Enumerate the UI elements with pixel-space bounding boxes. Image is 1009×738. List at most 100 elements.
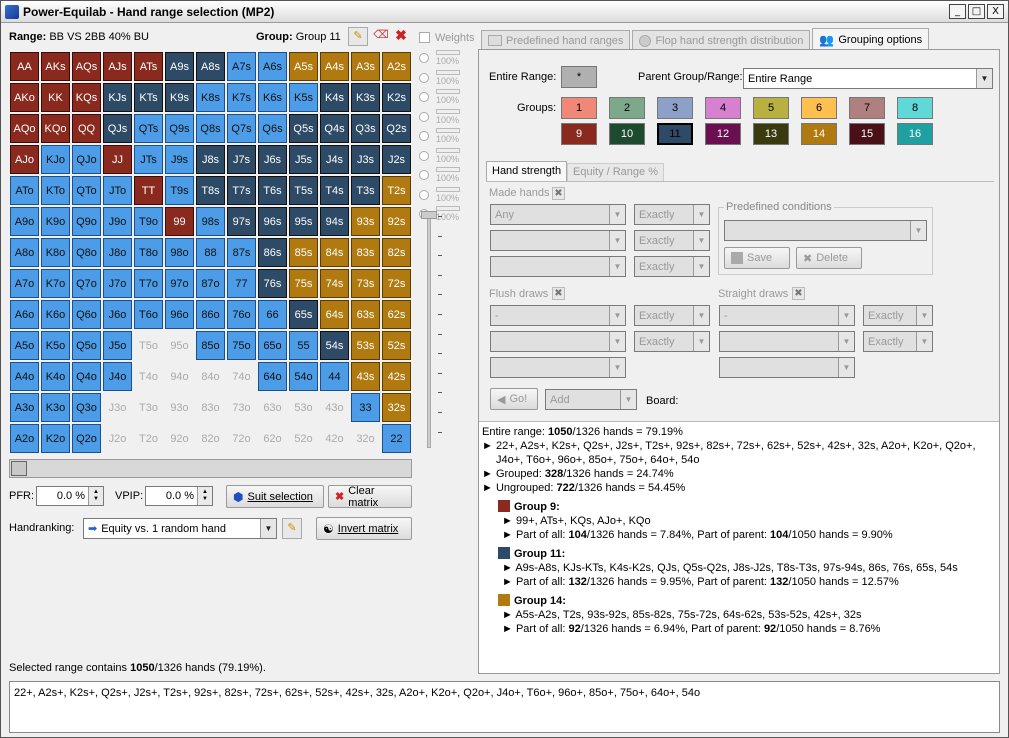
hand-cell-32o[interactable]: 32o xyxy=(351,424,380,453)
hand-cell-99[interactable]: 99 xyxy=(165,207,194,236)
straight-draws-select-2[interactable]: ▼ xyxy=(719,331,855,352)
hand-cell-J4o[interactable]: J4o xyxy=(103,362,132,391)
tab-predefined-hand-ranges[interactable]: Predefined hand ranges xyxy=(481,30,631,50)
group-button-2[interactable]: 2 xyxy=(609,97,645,119)
hand-cell-AQo[interactable]: AQo xyxy=(10,114,39,143)
hand-cell-55[interactable]: 55 xyxy=(289,331,318,360)
group-button-12[interactable]: 12 xyxy=(705,123,741,145)
made-hands-clear-icon[interactable]: ✖ xyxy=(552,187,565,200)
hand-cell-72s[interactable]: 72s xyxy=(382,269,411,298)
hand-cell-82o[interactable]: 82o xyxy=(196,424,225,453)
hand-cell-A8o[interactable]: A8o xyxy=(10,238,39,267)
hand-cell-33[interactable]: 33 xyxy=(351,393,380,422)
hand-cell-J4s[interactable]: J4s xyxy=(320,145,349,174)
chevron-down-icon[interactable]: ▼ xyxy=(609,306,625,325)
save-button[interactable]: Save xyxy=(724,247,790,269)
chevron-down-icon[interactable]: ▼ xyxy=(693,205,709,224)
hand-cell-65s[interactable]: 65s xyxy=(289,300,318,329)
weight-radio[interactable] xyxy=(419,111,429,122)
suit-selection-button[interactable]: ⬢ Suit selection xyxy=(226,485,324,508)
hand-cell-J7s[interactable]: J7s xyxy=(227,145,256,174)
hand-cell-53s[interactable]: 53s xyxy=(351,331,380,360)
hand-cell-T4o[interactable]: T4o xyxy=(134,362,163,391)
hand-cell-J3o[interactable]: J3o xyxy=(103,393,132,422)
hand-cell-A6s[interactable]: A6s xyxy=(258,52,287,81)
hand-cell-A4s[interactable]: A4s xyxy=(320,52,349,81)
hand-cell-J9o[interactable]: J9o xyxy=(103,207,132,236)
hand-cell-75s[interactable]: 75s xyxy=(289,269,318,298)
group-button-16[interactable]: 16 xyxy=(897,123,933,145)
flush-draws-exactly-1[interactable]: Exactly ▼ xyxy=(634,305,710,326)
vpip-down-icon[interactable]: ▼ xyxy=(202,496,208,503)
hand-cell-53o[interactable]: 53o xyxy=(289,393,318,422)
hand-cell-94s[interactable]: 94s xyxy=(320,207,349,236)
hand-cell-A2s[interactable]: A2s xyxy=(382,52,411,81)
hand-cell-KQs[interactable]: KQs xyxy=(72,83,101,112)
hand-cell-K8s[interactable]: K8s xyxy=(196,83,225,112)
hand-cell-Q3o[interactable]: Q3o xyxy=(72,393,101,422)
tab-grouping-options[interactable]: 👥 Grouping options xyxy=(812,28,930,50)
weights-checkbox[interactable] xyxy=(419,32,430,43)
chevron-down-icon[interactable]: ▼ xyxy=(609,205,625,224)
group-button-4[interactable]: 4 xyxy=(705,97,741,119)
weight-row[interactable]: 100% xyxy=(419,89,477,105)
hand-cell-T7s[interactable]: T7s xyxy=(227,176,256,205)
group-button-8[interactable]: 8 xyxy=(897,97,933,119)
hand-cell-JTs[interactable]: JTs xyxy=(134,145,163,174)
flush-draws-select-1[interactable]: - ▼ xyxy=(490,305,626,326)
hand-cell-A5s[interactable]: A5s xyxy=(289,52,318,81)
hand-cell-ATs[interactable]: ATs xyxy=(134,52,163,81)
delete-button[interactable]: ✖ Delete xyxy=(796,247,862,269)
group-button-11[interactable]: 11 xyxy=(657,123,693,145)
hand-cell-Q4o[interactable]: Q4o xyxy=(72,362,101,391)
clear-matrix-button[interactable]: ✖ Clear matrix xyxy=(328,485,412,509)
hand-cell-J3s[interactable]: J3s xyxy=(351,145,380,174)
pfr-stepper[interactable]: 0.0 % ▲ ▼ xyxy=(36,486,104,506)
chevron-down-icon[interactable]: ▼ xyxy=(976,69,992,88)
straight-draws-exactly-2[interactable]: Exactly ▼ xyxy=(863,331,933,352)
hand-cell-93s[interactable]: 93s xyxy=(351,207,380,236)
hand-cell-A5o[interactable]: A5o xyxy=(10,331,39,360)
hand-cell-K3o[interactable]: K3o xyxy=(41,393,70,422)
hand-cell-63o[interactable]: 63o xyxy=(258,393,287,422)
handranking-select[interactable]: ➡ Equity vs. 1 random hand ▼ xyxy=(83,518,277,539)
weight-radio[interactable] xyxy=(419,150,429,161)
hand-cell-74o[interactable]: 74o xyxy=(227,362,256,391)
weight-row[interactable]: 100% xyxy=(419,50,477,66)
made-hands-select-2[interactable]: ▼ xyxy=(490,230,626,251)
hand-cell-A2o[interactable]: A2o xyxy=(10,424,39,453)
hand-cell-Q8s[interactable]: Q8s xyxy=(196,114,225,143)
hand-cell-Q5s[interactable]: Q5s xyxy=(289,114,318,143)
hand-cell-KJo[interactable]: KJo xyxy=(41,145,70,174)
hand-cell-J7o[interactable]: J7o xyxy=(103,269,132,298)
hand-cell-KTo[interactable]: KTo xyxy=(41,176,70,205)
hand-cell-76s[interactable]: 76s xyxy=(258,269,287,298)
hand-cell-TT[interactable]: TT xyxy=(134,176,163,205)
chevron-down-icon[interactable]: ▼ xyxy=(910,221,926,240)
hand-cell-73s[interactable]: 73s xyxy=(351,269,380,298)
hand-cell-96o[interactable]: 96o xyxy=(165,300,194,329)
hand-cell-43s[interactable]: 43s xyxy=(351,362,380,391)
eraser-icon[interactable]: ⌫ xyxy=(371,27,391,46)
weight-radio[interactable] xyxy=(419,92,429,102)
hand-cell-T4s[interactable]: T4s xyxy=(320,176,349,205)
go-button[interactable]: ◀ Go! xyxy=(490,388,538,410)
hand-cell-AQs[interactable]: AQs xyxy=(72,52,101,81)
hand-cell-42o[interactable]: 42o xyxy=(320,424,349,453)
hand-cell-KQo[interactable]: KQo xyxy=(41,114,70,143)
chevron-down-icon[interactable]: ▼ xyxy=(693,231,709,250)
weight-radio[interactable] xyxy=(419,189,429,200)
hand-cell-98o[interactable]: 98o xyxy=(165,238,194,267)
weight-row[interactable]: 100% xyxy=(419,147,477,164)
hand-cell-88[interactable]: 88 xyxy=(196,238,225,267)
hand-cell-95o[interactable]: 95o xyxy=(165,331,194,360)
made-hands-exactly-3[interactable]: Exactly ▼ xyxy=(634,256,710,277)
hand-cell-76o[interactable]: 76o xyxy=(227,300,256,329)
weight-radio[interactable] xyxy=(419,72,429,83)
chevron-down-icon[interactable]: ▼ xyxy=(609,358,625,377)
hand-cell-J5o[interactable]: J5o xyxy=(103,331,132,360)
hand-cell-K7o[interactable]: K7o xyxy=(41,269,70,298)
hand-cell-Q6s[interactable]: Q6s xyxy=(258,114,287,143)
hand-cell-94o[interactable]: 94o xyxy=(165,362,194,391)
invert-matrix-button[interactable]: ☯ Invert matrix xyxy=(316,517,412,540)
